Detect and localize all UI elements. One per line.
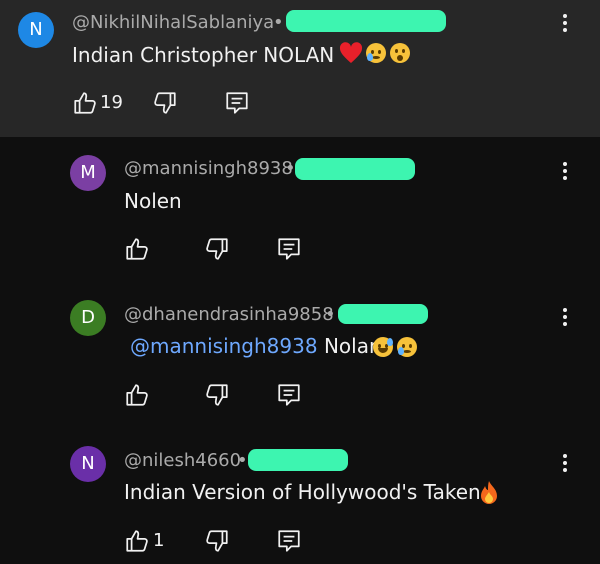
- dislike-icon[interactable]: [204, 528, 230, 554]
- reply-icon[interactable]: [276, 236, 302, 262]
- avatar[interactable]: N: [70, 446, 106, 482]
- comment-author-handle[interactable]: @NikhilNihalSablaniya: [72, 12, 274, 33]
- avatar[interactable]: N: [18, 12, 54, 48]
- like-icon[interactable]: [124, 382, 150, 408]
- comment-text: Nolen: [124, 189, 182, 213]
- like-count: 1: [153, 530, 165, 551]
- comment-text: Indian Version of Hollywood's Taken: [124, 480, 481, 504]
- redaction-mark: [248, 449, 348, 471]
- dislike-icon[interactable]: [204, 236, 230, 262]
- dislike-icon[interactable]: [152, 90, 178, 116]
- like-icon[interactable]: [72, 90, 98, 116]
- more-options-icon[interactable]: [562, 162, 568, 184]
- more-options-icon[interactable]: [562, 14, 568, 36]
- surprised-face-icon: [390, 43, 410, 63]
- separator-dot: •: [325, 304, 336, 325]
- comment-author-handle[interactable]: @nilesh4660: [124, 450, 241, 471]
- reply-icon[interactable]: [276, 528, 302, 554]
- fire-icon: [481, 481, 497, 504]
- sweat-smile-face-icon: [373, 337, 393, 357]
- comment-author-handle[interactable]: @mannisingh8938: [124, 158, 293, 179]
- comment-text: @mannisingh8938 Nolan: [130, 334, 382, 358]
- separator-dot: •: [273, 12, 284, 33]
- red-heart-icon: [339, 42, 363, 63]
- reply-icon[interactable]: [276, 382, 302, 408]
- more-options-icon[interactable]: [562, 308, 568, 330]
- comment-author-handle[interactable]: @dhanendrasinha9858: [124, 304, 334, 325]
- reply-icon[interactable]: [224, 90, 250, 116]
- avatar[interactable]: D: [70, 300, 106, 336]
- sad-tear-face-icon: [397, 337, 417, 357]
- sad-tear-face-icon: [366, 43, 386, 63]
- more-options-icon[interactable]: [562, 454, 568, 476]
- mention-link[interactable]: @mannisingh8938: [130, 334, 318, 358]
- like-icon[interactable]: [124, 528, 150, 554]
- separator-dot: •: [237, 450, 248, 471]
- redaction-mark: [286, 10, 446, 32]
- like-icon[interactable]: [124, 236, 150, 262]
- comment-text: Indian Christopher NOLAN: [72, 43, 335, 67]
- redaction-mark: [338, 304, 428, 324]
- redaction-mark: [295, 158, 415, 180]
- avatar[interactable]: M: [70, 155, 106, 191]
- like-count: 19: [100, 92, 123, 113]
- dislike-icon[interactable]: [204, 382, 230, 408]
